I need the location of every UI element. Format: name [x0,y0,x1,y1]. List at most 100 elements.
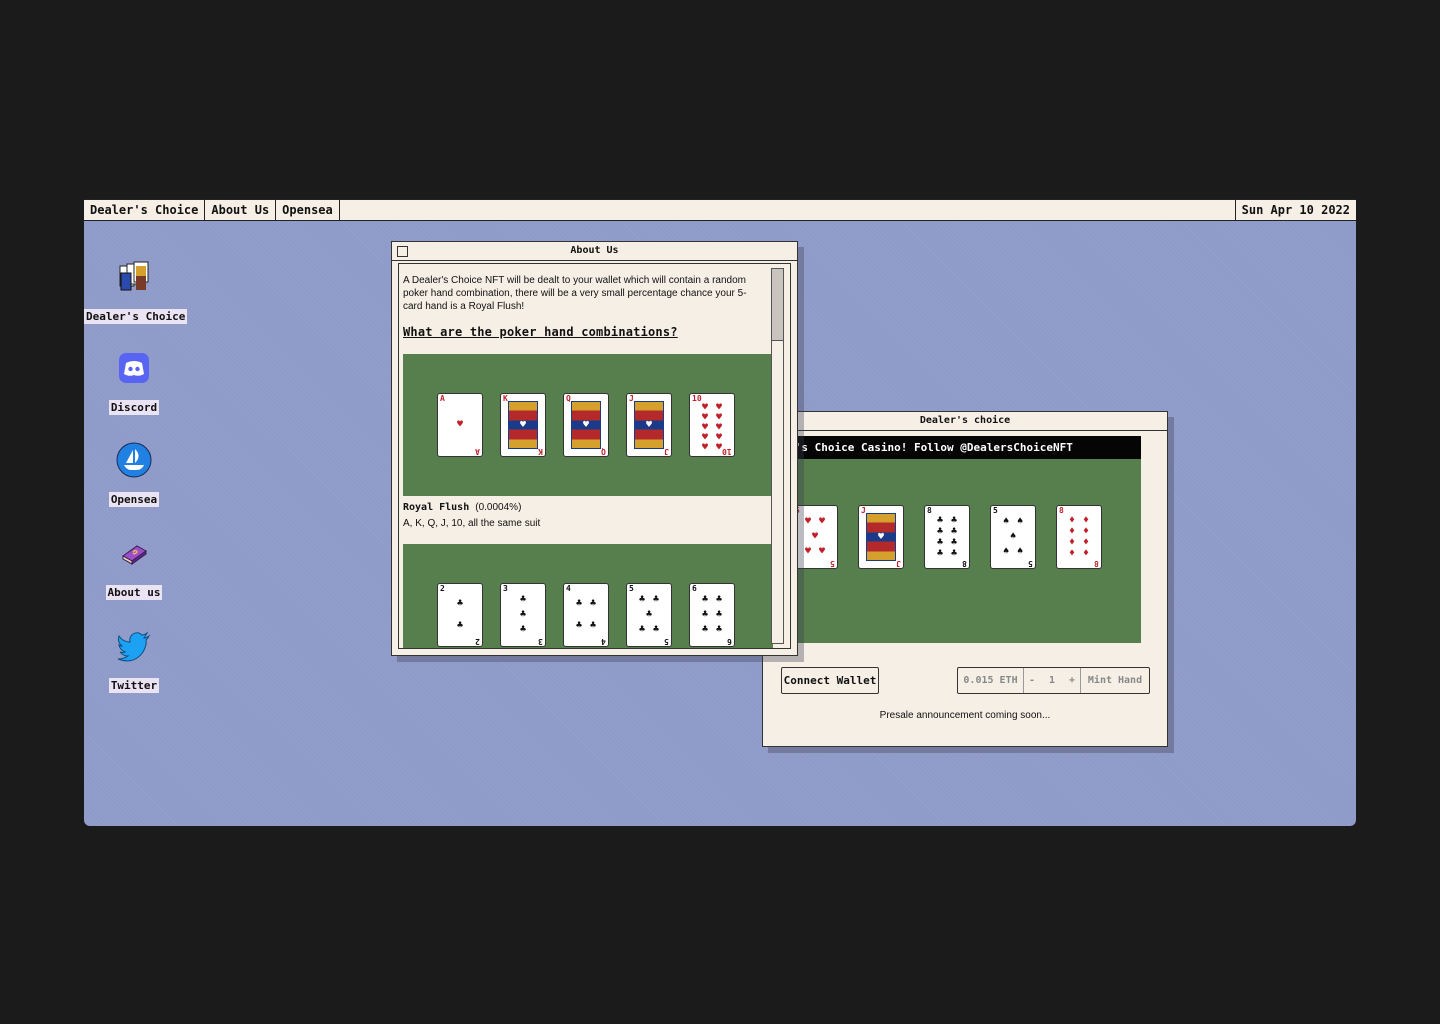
suit-pip-icon: ♣ [950,514,958,526]
suit-pip-icon: ♣ [936,514,944,526]
face-card-art [508,401,538,449]
card-rank-inverted: A [475,447,480,456]
about-scroll-content: A Dealer's Choice NFT will be dealt to y… [403,274,773,648]
menu-about-us[interactable]: About Us [205,200,277,220]
suit-pip-icon: ♣ [652,594,660,606]
royal-flush-felt: AA♥KKQQJJ1010♥♥♥♥♥♥♥♥♥♥ [403,354,773,496]
dealer-window: Dealer's choice Dealer's Choice Casino! … [762,411,1168,747]
card-rank-inverted: Q [601,447,606,456]
card-rank-inverted: 5 [664,637,669,646]
suit-pip-icon: ♣ [519,623,527,635]
suit-pip-icon: ♠ [1002,516,1010,528]
suit-pip-icon: ♣ [589,598,597,609]
playing-card: 8 8 ♦ ♦ ♦ ♦ ♦ ♦ ♦ ♦ [1056,505,1102,569]
card-rank-inverted: 8 [962,559,967,568]
desktop-icon-dealers-choice[interactable]: Dealer's Choice [84,259,188,324]
card-rank-inverted: K [538,447,543,456]
playing-card: 5 5 ♠ ♠ ♠ ♠ ♠ [990,505,1036,569]
suit-pip-icon: ♣ [701,594,709,606]
card-rank-inverted: 4 [601,637,606,646]
card-rank-inverted: J [664,447,669,456]
face-card-art [634,401,664,449]
suit-pip-icon: ♠ [1016,545,1024,557]
suit-pip-icon: ♣ [936,547,944,559]
suit-pip-icon: ♣ [936,536,944,548]
card-pips: ♥ ♥ ♥ ♥ ♥ ♥ ♥ ♥ ♥ ♥ [698,403,726,453]
about-window-titlebar[interactable]: About Us [392,242,797,261]
playing-card: 4 4 ♣ ♣ ♣ ♣ [563,583,609,647]
straight-flush-hand: 2 2 ♣ ♣ 3 3 ♣ ♣ ♣ 4 4 ♣ ♣ ♣ ♣ 5 5 ♣ ♣ ♣ ♣ ♣ 6 6 ♣ ♣ ♣ ♣ ♣ ♣ [437,583,735,647]
card-rank: 3 [503,584,508,593]
suit-pip-icon: ♣ [575,620,583,631]
mint-price: 0.015 ETH [958,668,1024,693]
desktop-icon-label: Dealer's Choice [84,309,188,324]
card-rank: 5 [629,584,634,593]
dealer-table: Dealer's Choice Casino! Follow @DealersC… [763,436,1141,643]
suit-pip-icon: ♣ [638,594,646,606]
playing-cards-icon [116,259,152,295]
hand-combinations-heading: What are the poker hand combinations? [403,325,678,339]
dealer-window-title[interactable]: Dealer's choice [763,412,1167,431]
hand-description: A, K, Q, J, 10, all the same suit [403,518,541,529]
card-pips: ♥ [446,403,474,447]
desktop-icon-opensea[interactable]: Opensea [84,442,184,507]
suit-pip-icon: ♥ [818,516,826,528]
playing-card: 8 8 ♣ ♣ ♣ ♣ ♣ ♣ ♣ ♣ [924,505,970,569]
card-rank: 10 [692,394,702,403]
suit-pip-icon: ♣ [950,547,958,559]
quantity-increment-button[interactable]: + [1064,668,1080,693]
mint-hand-button[interactable]: Mint Hand [1080,668,1149,693]
quantity-value: 1 [1048,675,1056,686]
card-rank-inverted: 8 [1094,559,1099,568]
presale-text: Presale announcement coming soon... [879,710,1051,721]
playing-card: 5 5 ♣ ♣ ♣ ♣ ♣ [626,583,672,647]
close-box-icon[interactable] [397,246,408,257]
suit-pip-icon: ♥ [701,442,709,453]
menu-opensea[interactable]: Opensea [276,200,340,220]
scrollbar[interactable] [771,268,784,644]
twitter-bird-icon [116,628,152,664]
suit-pip-icon: ♦ [1082,547,1090,559]
desktop-icon-discord[interactable]: Discord [84,350,184,415]
card-pips: ♣ ♣ ♣ ♣ ♣ ♣ [698,593,726,637]
playing-card: KK [500,393,546,457]
discord-icon [116,350,152,386]
desktop-icon-twitter[interactable]: Twitter [84,628,184,693]
dealer-felt: 55♥♥♥♥♥JJ88♣♣♣♣♣♣♣♣55♠♠♠♠♠88♦♦♦♦♦♦♦♦ [763,459,1141,643]
card-rank: 4 [566,584,571,593]
desktop-icon-label: Twitter [108,678,160,693]
straight-flush-felt: 2 2 ♣ ♣ 3 3 ♣ ♣ ♣ 4 4 ♣ ♣ ♣ ♣ 5 5 ♣ ♣ ♣ ♣ ♣ 6 6 ♣ ♣ ♣ ♣ ♣ ♣ [403,544,773,648]
card-rank: 8 [927,506,932,515]
ticker-text: Dealer's Choice Casino! Follow @DealersC… [763,436,1141,459]
hand-name: Royal Flush [403,502,470,513]
suit-pip-icon: ♣ [589,620,597,631]
card-rank: 8 [1059,506,1064,515]
suit-pip-icon: ♣ [701,623,709,635]
card-pips: ♦ ♦ ♦ ♦ ♦ ♦ ♦ ♦ [1065,515,1093,559]
suit-pip-icon: ♥ [715,442,723,453]
suit-pip-icon: ♣ [456,620,464,631]
about-window-title: About Us [570,245,619,256]
card-pips: ♣ ♣ [446,593,474,637]
desktop-icon-label: Opensea [108,492,160,507]
suit-pip-icon: ♦ [1082,514,1090,526]
card-pips: ♠ ♠ ♠ ♠ ♠ [999,515,1027,559]
mint-group: 0.015 ETH - 1 + Mint Hand [957,667,1150,694]
scroll-thumb[interactable] [772,269,783,341]
suit-pip-icon: ♣ [701,608,709,620]
suit-pip-icon: ♠ [1002,545,1010,557]
suit-pip-icon: ♣ [950,536,958,548]
suit-pip-icon: ♦ [1068,525,1076,537]
connect-wallet-button[interactable]: Connect Wallet [781,667,879,694]
suit-pip-icon: ♣ [715,623,723,635]
card-pips: ♣ ♣ ♣ [509,593,537,637]
about-window: About Us A Dealer's Choice NFT will be d… [391,241,798,656]
card-rank: 2 [440,584,445,593]
hand-title: Royal Flush (0.0004%) [403,502,773,513]
quantity-decrement-button[interactable]: - [1024,668,1040,693]
menu-dealers-choice[interactable]: Dealer's Choice [84,200,206,220]
desktop-icon-about[interactable]: About us [84,535,184,600]
desktop-icon-label: About us [105,585,163,600]
face-card-art [571,401,601,449]
suit-pip-icon: ♥ [804,545,812,557]
